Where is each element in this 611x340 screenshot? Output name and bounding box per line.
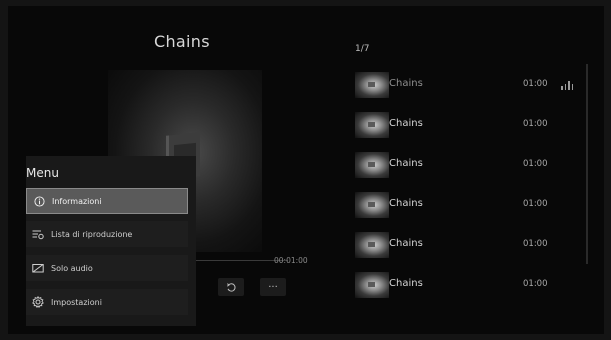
more-options-icon: ··· [268,281,278,293]
track-name: Chains [389,198,423,209]
repeat-button[interactable] [218,278,244,296]
track-duration: 01:00 [523,239,548,249]
track-name: Chains [389,78,423,89]
track-duration: 01:00 [523,79,548,89]
menu-item-label: Lista di riproduzione [51,229,133,239]
menu-item-label: Impostazioni [51,297,102,307]
menu-item-label: Informazioni [52,196,102,206]
track-name: Chains [389,278,423,289]
menu-item-label: Solo audio [51,263,93,273]
total-time: 00:01:00 [274,256,308,265]
track-name: Chains [389,158,423,169]
track-thumbnail [355,72,389,98]
playlist-item[interactable]: Chains 01:00 [355,232,565,258]
track-duration: 01:00 [523,279,548,289]
repeat-icon [226,282,236,292]
audio-only-icon [32,262,44,274]
more-options-button[interactable]: ··· [260,278,286,296]
playlist-icon [32,228,44,240]
track-thumbnail [355,192,389,218]
track-thumbnail [355,112,389,138]
track-thumbnail [355,272,389,298]
playlist-scrollbar[interactable] [586,64,588,264]
track-duration: 01:00 [523,199,548,209]
track-counter: 1/7 [355,44,370,54]
menu-title: Menu [26,166,59,180]
playlist-item[interactable]: Chains 01:00 [355,112,565,138]
playlist-item[interactable]: Chains 01:00 [355,152,565,178]
track-duration: 01:00 [523,159,548,169]
track-thumbnail [355,232,389,258]
playlist-item[interactable]: Chains 01:00 [355,272,565,298]
track-duration: 01:00 [523,119,548,129]
settings-icon [32,296,44,308]
now-playing-icon [561,81,573,90]
track-thumbnail [355,152,389,178]
menu-item-solo-audio[interactable]: Solo audio [26,255,188,281]
playlist-item[interactable]: Chains 01:00 [355,72,573,98]
info-icon [33,195,45,207]
song-title: Chains [154,32,210,51]
menu-item-lista-di-riproduzione[interactable]: Lista di riproduzione [26,221,188,247]
playlist-item[interactable]: Chains 01:00 [355,192,565,218]
player-screen: Chains 00:01:00 ··· Menu Informazioni Li… [8,6,604,334]
track-name: Chains [389,238,423,249]
menu-item-impostazioni[interactable]: Impostazioni [26,289,188,315]
menu-item-informazioni[interactable]: Informazioni [26,188,188,214]
track-name: Chains [389,118,423,129]
